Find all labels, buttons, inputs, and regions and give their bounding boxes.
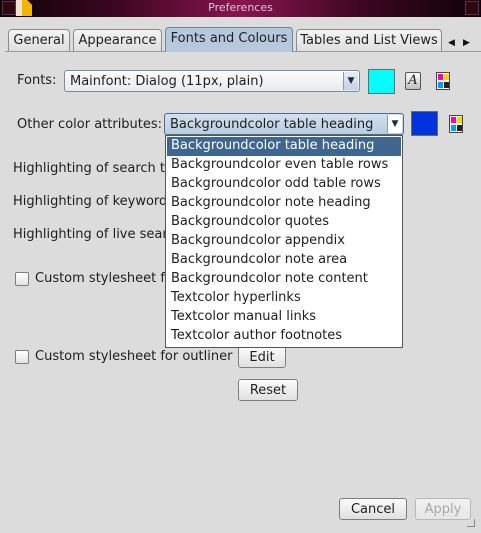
dropdown-option[interactable]: Backgroundcolor appendix — [167, 232, 401, 251]
chevron-down-icon: ▼ — [343, 72, 358, 90]
custom-stylesheet-checkbox[interactable] — [15, 272, 29, 286]
tab-strip: General Appearance Fonts and Colours Tab… — [0, 17, 481, 55]
dropdown-option[interactable]: Textcolor author footnotes — [167, 327, 401, 346]
outliner-stylesheet-checkbox[interactable] — [15, 350, 29, 364]
font-chooser-icon[interactable]: A — [405, 72, 421, 90]
resize-grip-icon[interactable] — [467, 519, 475, 527]
highlight-keywords-label: Highlighting of keywords — [13, 194, 175, 209]
window-close-button[interactable] — [465, 1, 479, 15]
color-attribute-dropdown-list: Backgroundcolor table heading Background… — [165, 135, 403, 348]
color-attribute-select[interactable]: Backgroundcolor table heading ▼ — [164, 113, 404, 135]
dropdown-option[interactable]: Textcolor hyperlinks — [167, 289, 401, 308]
window-menu-button[interactable] — [2, 1, 16, 15]
tab-tables-and-list-views[interactable]: Tables and List Views — [296, 29, 442, 51]
color-attribute-select-value: Backgroundcolor table heading — [170, 117, 374, 132]
dropdown-option[interactable]: Backgroundcolor quotes — [167, 213, 401, 232]
color-palette-icon[interactable] — [436, 72, 450, 90]
dropdown-option[interactable]: Backgroundcolor note area — [167, 251, 401, 270]
tab-scroll-right-icon[interactable]: ▶ — [463, 38, 470, 48]
cancel-button[interactable]: Cancel — [339, 498, 407, 520]
tab-general[interactable]: General — [8, 29, 70, 51]
other-color-attributes-label: Other color attributes: — [17, 117, 163, 132]
dropdown-option[interactable]: Backgroundcolor note heading — [167, 194, 401, 213]
tab-appearance[interactable]: Appearance — [73, 29, 162, 51]
chevron-down-icon: ▼ — [387, 115, 402, 133]
edit-stylesheet-button[interactable]: Edit — [238, 346, 286, 368]
attribute-color-swatch[interactable] — [411, 111, 438, 136]
dropdown-option[interactable]: Textcolor manual links — [167, 308, 401, 327]
tab-scroll-left-icon[interactable]: ◀ — [448, 38, 455, 48]
reset-button[interactable]: Reset — [238, 379, 298, 401]
dropdown-option[interactable]: Backgroundcolor note content — [167, 270, 401, 289]
font-select[interactable]: Mainfont: Dialog (11px, plain) ▼ — [64, 70, 360, 92]
apply-button[interactable]: Apply — [415, 498, 471, 520]
dropdown-option[interactable]: Backgroundcolor odd table rows — [167, 175, 401, 194]
font-color-swatch[interactable] — [368, 69, 395, 94]
color-palette-icon[interactable] — [449, 115, 463, 133]
highlight-search-label: Highlighting of search te — [13, 161, 173, 176]
font-select-value: Mainfont: Dialog (11px, plain) — [70, 74, 264, 89]
highlight-live-search-label: Highlighting of live searc — [13, 227, 175, 242]
tab-fonts-and-colours[interactable]: Fonts and Colours — [165, 27, 293, 52]
custom-stylesheet-label: Custom stylesheet fo — [35, 271, 173, 286]
dropdown-option[interactable]: Backgroundcolor even table rows — [167, 156, 401, 175]
title-bar: Preferences — [0, 0, 481, 17]
outliner-stylesheet-label: Custom stylesheet for outliner — [35, 349, 233, 364]
dropdown-option[interactable]: Backgroundcolor table heading — [167, 137, 401, 156]
fonts-label: Fonts: — [17, 73, 57, 88]
window-title: Preferences — [208, 1, 273, 14]
